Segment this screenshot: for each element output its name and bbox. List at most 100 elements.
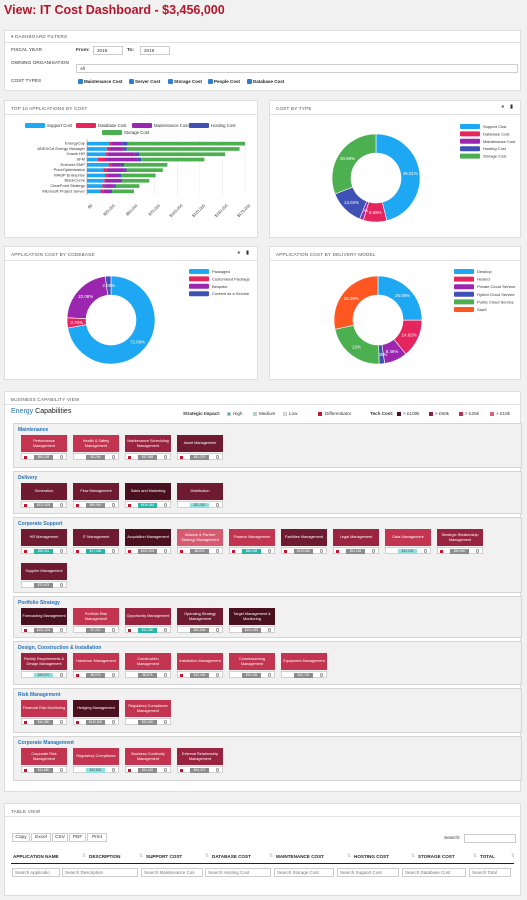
column-header[interactable]: DESCRIPTION (89, 854, 120, 859)
capability-box[interactable]: Maintenance Scheduling Management (125, 435, 171, 452)
capability-box[interactable]: Equipment Management (281, 653, 327, 670)
column-header[interactable]: TOTAL (480, 854, 495, 859)
capability-box[interactable]: Commissioning Management (229, 653, 275, 670)
capability-box[interactable]: Opportunity Management (125, 608, 171, 625)
capability-box[interactable]: Forecasting Management (21, 608, 67, 625)
capability-box[interactable]: Strategic Relationship Management (437, 529, 483, 546)
cost-type-checkbox-maintenance[interactable]: Maintenance Cost (78, 79, 123, 84)
info-icon[interactable] (215, 455, 219, 459)
table-search-input[interactable] (464, 834, 516, 843)
info-icon[interactable] (319, 549, 323, 553)
info-icon[interactable] (59, 720, 63, 724)
capability-box[interactable]: Asset Management (177, 435, 223, 452)
capability-box[interactable]: Distribution (177, 483, 223, 500)
info-icon[interactable] (163, 549, 167, 553)
info-icon[interactable] (163, 768, 167, 772)
info-icon[interactable] (59, 768, 63, 772)
capability-box[interactable]: Financial Risk Monitoring (21, 700, 67, 717)
column-search-input[interactable]: Search Database Cost (402, 868, 466, 877)
sort-icon[interactable]: ⇅ (139, 853, 143, 859)
capability-box[interactable]: Target Management & Monitoring (229, 608, 275, 625)
capability-box[interactable]: Supplier Management (21, 563, 67, 580)
info-icon[interactable] (59, 549, 63, 553)
column-header[interactable]: HOSTING COST (354, 854, 389, 859)
info-icon[interactable] (59, 583, 63, 587)
column-search-input[interactable]: Search Total (469, 868, 511, 877)
column-header[interactable]: MAINTENANCE COST (276, 854, 324, 859)
filters-toggle[interactable]: ▾ DASHBOARD FILTERS (11, 34, 67, 40)
capability-box[interactable]: Facility Requirements & Design Managemen… (21, 653, 67, 670)
info-icon[interactable] (215, 549, 219, 553)
capability-box[interactable]: Portfolio Risk Management (73, 608, 119, 625)
column-search-input[interactable]: Search Maintenance Cos (141, 868, 203, 877)
capability-box[interactable]: Regulatory Compliance Management (125, 700, 171, 717)
from-year-input[interactable]: 2018 (93, 46, 123, 55)
info-icon[interactable] (59, 455, 63, 459)
info-icon[interactable] (163, 720, 167, 724)
info-icon[interactable] (111, 720, 115, 724)
capability-box[interactable]: Flow Management (73, 483, 119, 500)
capability-box[interactable]: Performance Management (21, 435, 67, 452)
capability-box[interactable]: Construction Management (125, 653, 171, 670)
info-icon[interactable] (475, 549, 479, 553)
info-icon[interactable] (163, 503, 167, 507)
capability-box[interactable]: Regulatory Compliance (73, 748, 119, 765)
owning-org-select[interactable]: All (76, 64, 518, 73)
sort-icon[interactable]: ⇅ (347, 853, 351, 859)
capability-box[interactable]: Facilities Management (281, 529, 327, 546)
column-search-input[interactable]: Search Hosting Cost (205, 868, 271, 877)
capability-box[interactable]: Business Continuity Management (125, 748, 171, 765)
print-button[interactable]: Print (87, 833, 107, 842)
capability-box[interactable]: Generation (21, 483, 67, 500)
column-header[interactable]: APPLICATION NAME (13, 854, 59, 859)
csv-button[interactable]: CSV (52, 833, 68, 842)
capability-box[interactable]: Hedging Management (73, 700, 119, 717)
info-icon[interactable] (371, 549, 375, 553)
info-icon[interactable] (215, 503, 219, 507)
cost-type-checkbox-server[interactable]: Server Cost (129, 79, 160, 84)
capability-box[interactable]: Handover Management (73, 653, 119, 670)
column-header[interactable]: STORAGE COST (418, 854, 455, 859)
info-icon[interactable] (111, 455, 115, 459)
info-icon[interactable] (111, 503, 115, 507)
info-icon[interactable] (111, 768, 115, 772)
info-icon[interactable] (163, 673, 167, 677)
info-icon[interactable] (267, 628, 271, 632)
column-search-input[interactable]: Search Description (62, 868, 138, 877)
capability-box[interactable]: Data Management (385, 529, 431, 546)
info-icon[interactable] (111, 628, 115, 632)
capability-box[interactable]: Acquisition Management (125, 529, 171, 546)
capability-box[interactable]: Installation Management (177, 653, 223, 670)
column-search-input[interactable]: Search Support Cost (337, 868, 399, 877)
info-icon[interactable] (59, 673, 63, 677)
capability-box[interactable]: Corporate Risk Management (21, 748, 67, 765)
info-icon[interactable] (267, 549, 271, 553)
capability-box[interactable]: Operating Strategy Management (177, 608, 223, 625)
info-icon[interactable] (215, 768, 219, 772)
cost-type-checkbox-storage[interactable]: Storage Cost (168, 79, 202, 84)
capability-box[interactable]: Legal Management (333, 529, 379, 546)
sort-icon[interactable]: ⇅ (511, 853, 515, 859)
column-search-input[interactable]: Search Applicatio (12, 868, 60, 877)
capability-box[interactable]: HR Management (21, 529, 67, 546)
excel-button[interactable]: Excel (31, 833, 51, 842)
sort-icon[interactable]: ⇅ (411, 853, 415, 859)
column-search-input[interactable]: Search Storage Cost (274, 868, 334, 877)
info-icon[interactable] (163, 455, 167, 459)
pdf-button[interactable]: PDF (69, 833, 86, 842)
sort-icon[interactable]: ⇅ (269, 853, 273, 859)
sort-icon[interactable]: ⇅ (473, 853, 477, 859)
sort-icon[interactable]: ⇅ (82, 853, 86, 859)
to-year-input[interactable]: 2019 (140, 46, 170, 55)
cost-type-checkbox-people[interactable]: People Cost (208, 79, 240, 84)
info-icon[interactable] (319, 673, 323, 677)
capability-box[interactable]: Health & Safety Management (73, 435, 119, 452)
copy-button[interactable]: Copy (12, 833, 30, 842)
info-icon[interactable] (111, 673, 115, 677)
capability-box[interactable]: IT Management (73, 529, 119, 546)
capability-box[interactable]: Sales and Marketing (125, 483, 171, 500)
info-icon[interactable] (423, 549, 427, 553)
column-header[interactable]: SUPPORT COST (146, 854, 182, 859)
info-icon[interactable] (267, 673, 271, 677)
info-icon[interactable] (215, 628, 219, 632)
